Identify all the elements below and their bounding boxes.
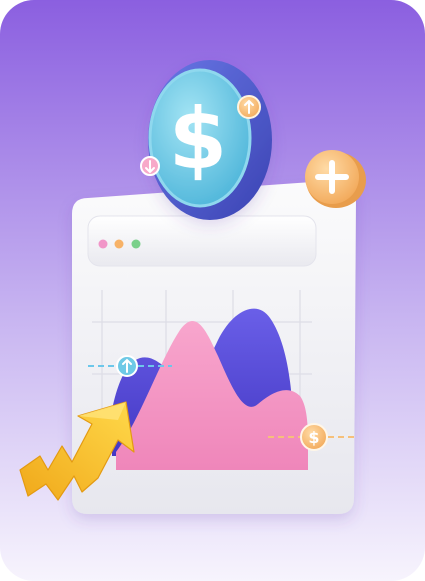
- window-dot-orange: [114, 239, 124, 249]
- window-title-bar: [87, 215, 317, 267]
- dollar-badge-icon: $: [308, 428, 319, 447]
- window-dot-pink: [98, 239, 108, 249]
- svg-text:$: $: [169, 90, 227, 188]
- finance-illustration: $ $: [0, 0, 425, 581]
- dollar-coin-icon: $: [148, 60, 272, 220]
- coin-up-badge: [237, 95, 261, 119]
- window-dot-green: [131, 239, 141, 249]
- coin-down-badge: [140, 156, 160, 176]
- illustration-card: $ $: [0, 0, 425, 581]
